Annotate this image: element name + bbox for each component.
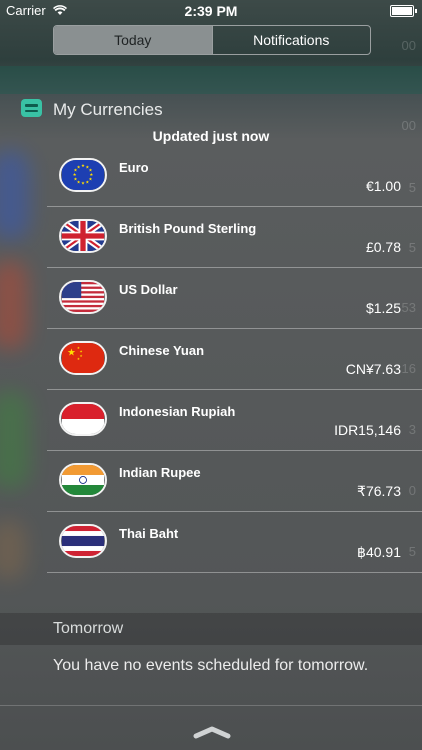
uk-flag-icon — [59, 219, 107, 253]
currency-name: Indonesian Rupiah — [119, 404, 236, 419]
currency-row-usd[interactable]: US Dollar $1.25 — [47, 268, 422, 329]
thailand-flag-icon — [59, 524, 107, 558]
tab-today[interactable]: Today — [54, 26, 212, 54]
widget-header[interactable]: My Currencies — [0, 94, 422, 124]
background-blur — [0, 260, 28, 350]
currency-widget: Updated just now ★ ★ ★ ★ ★ ★ ★ ★ ★ ★ ★ ★ Euro €1.… — [47, 122, 422, 574]
close-handle-icon[interactable] — [193, 725, 231, 739]
status-bar: Carrier 2:39 PM — [0, 0, 422, 22]
currency-value: ฿40.91 — [357, 544, 401, 560]
indonesia-flag-icon — [59, 402, 107, 436]
background-blur — [0, 520, 26, 580]
currency-value: CN¥7.63 — [345, 361, 401, 377]
background-blur — [0, 150, 30, 240]
eu-flag-icon: ★ ★ ★ ★ ★ ★ ★ ★ ★ ★ ★ ★ — [59, 158, 107, 192]
currency-name: US Dollar — [119, 282, 178, 297]
svg-text:★: ★ — [77, 357, 80, 361]
clock: 2:39 PM — [184, 3, 238, 19]
tomorrow-section-header: Tomorrow — [0, 613, 422, 645]
header-band — [0, 66, 422, 94]
background-ghost-text: 00 — [401, 38, 416, 53]
currency-name: Thai Baht — [119, 526, 179, 541]
india-flag-icon — [59, 463, 107, 497]
widget-title: My Currencies — [53, 100, 163, 119]
us-flag-icon — [59, 280, 107, 314]
currency-row-thb[interactable]: Thai Baht ฿40.91 — [47, 512, 422, 573]
currency-row-cny[interactable]: ★ ★ ★ ★ ★ Chinese Yuan CN¥7.63 — [47, 329, 422, 390]
currency-row-gbp[interactable]: British Pound Sterling £0.78 — [47, 207, 422, 268]
svg-text:★: ★ — [79, 350, 82, 354]
background-blur — [0, 390, 30, 490]
currency-value: £0.78 — [365, 239, 401, 255]
currency-app-icon — [21, 99, 42, 117]
tomorrow-empty-message: You have no events scheduled for tomorro… — [53, 657, 369, 674]
currency-value: ₹76.73 — [357, 483, 401, 499]
tomorrow-title: Tomorrow — [53, 620, 124, 637]
battery-icon — [390, 5, 417, 17]
divider — [0, 705, 422, 706]
svg-text:★: ★ — [77, 164, 81, 170]
currency-row-idr[interactable]: Indonesian Rupiah IDR15,146 — [47, 390, 422, 451]
currency-value: $1.25 — [365, 300, 401, 316]
currency-name: Indian Rupee — [119, 465, 201, 480]
svg-text:★: ★ — [67, 347, 76, 358]
svg-text:★: ★ — [81, 181, 85, 187]
currency-name: Chinese Yuan — [119, 343, 205, 358]
currency-name: British Pound Sterling — [119, 221, 257, 236]
currency-value: €1.00 — [365, 178, 401, 194]
currency-value: IDR15,146 — [334, 422, 401, 438]
currency-row-inr[interactable]: Indian Rupee ₹76.73 — [47, 451, 422, 512]
china-flag-icon: ★ ★ ★ ★ ★ — [59, 341, 107, 375]
svg-text:★: ★ — [85, 179, 89, 185]
tab-notifications[interactable]: Notifications — [211, 26, 371, 54]
currency-row-euro[interactable]: ★ ★ ★ ★ ★ ★ ★ ★ ★ ★ ★ ★ Euro €1.00 — [47, 146, 422, 207]
view-segmented-control[interactable]: Today Notifications — [53, 25, 371, 55]
updated-status: Updated just now — [152, 128, 270, 144]
svg-text:★: ★ — [81, 163, 85, 169]
currency-name: Euro — [119, 160, 149, 175]
